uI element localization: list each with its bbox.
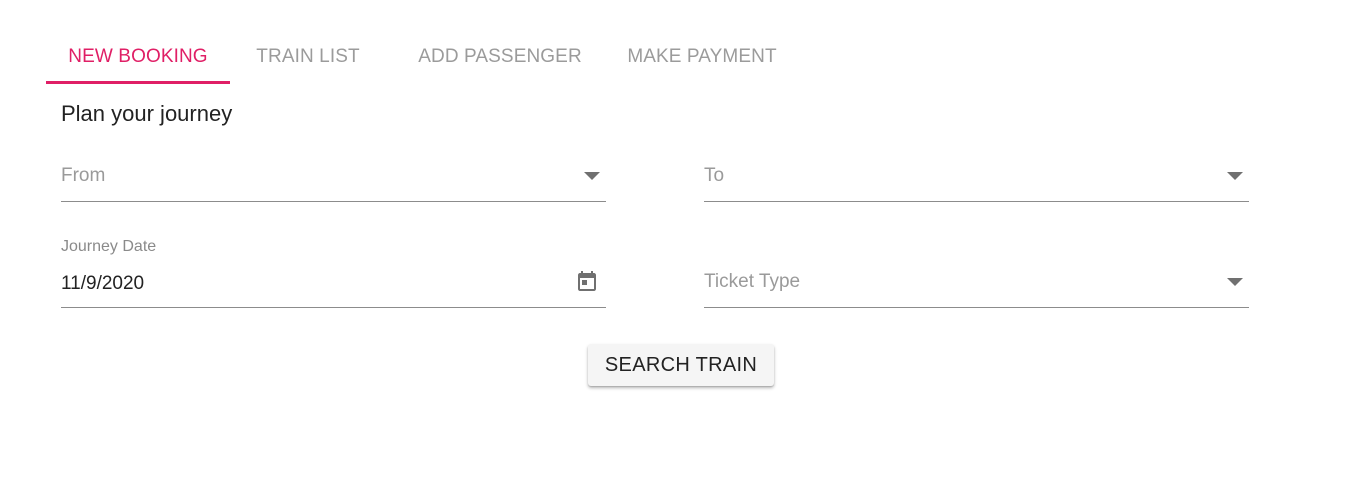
journey-date-value[interactable]: 11/9/2020 (61, 273, 144, 295)
from-select[interactable]: From (61, 156, 606, 202)
chevron-down-icon[interactable] (1227, 172, 1243, 180)
tab-make-payment[interactable]: MAKE PAYMENT (614, 30, 790, 84)
ticket-type-placeholder: Ticket Type (704, 271, 801, 292)
search-train-button[interactable]: SEARCH TRAIN (588, 344, 774, 386)
from-placeholder: From (61, 165, 106, 186)
to-placeholder: To (704, 165, 725, 186)
tab-label: TRAIN LIST (256, 46, 360, 67)
tab-new-booking[interactable]: NEW BOOKING (46, 30, 230, 84)
tab-train-list[interactable]: TRAIN LIST (230, 30, 386, 84)
chevron-down-icon[interactable] (584, 172, 600, 180)
ticket-type-select[interactable]: Ticket Type (704, 262, 1249, 308)
booking-page: NEW BOOKING TRAIN LIST ADD PASSENGER MAK… (0, 0, 1360, 495)
chevron-down-icon[interactable] (1227, 278, 1243, 286)
tab-label: NEW BOOKING (68, 46, 208, 67)
journey-date-field[interactable]: Journey Date 11/9/2020 (61, 238, 606, 308)
calendar-icon[interactable] (575, 270, 599, 294)
to-select[interactable]: To (704, 156, 1249, 202)
tab-add-passenger[interactable]: ADD PASSENGER (386, 30, 614, 84)
section-title: Plan your journey (61, 101, 233, 126)
tab-label: ADD PASSENGER (418, 46, 582, 67)
journey-date-label: Journey Date (61, 238, 157, 255)
tab-label: MAKE PAYMENT (627, 46, 777, 67)
tab-bar: NEW BOOKING TRAIN LIST ADD PASSENGER MAK… (46, 30, 790, 84)
